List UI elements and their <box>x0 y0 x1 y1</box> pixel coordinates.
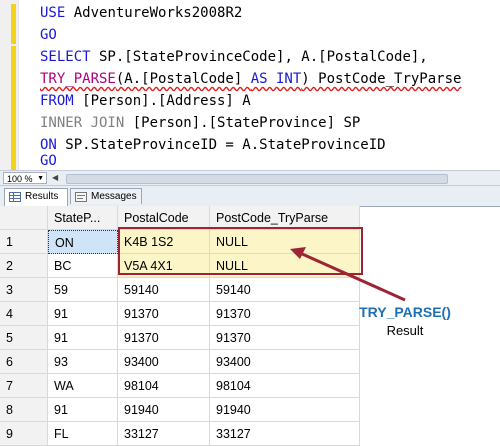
callout-title: TRY_PARSE() <box>359 304 451 320</box>
callout-subtitle: Result <box>386 323 424 338</box>
callout-arrow-icon <box>290 247 406 302</box>
